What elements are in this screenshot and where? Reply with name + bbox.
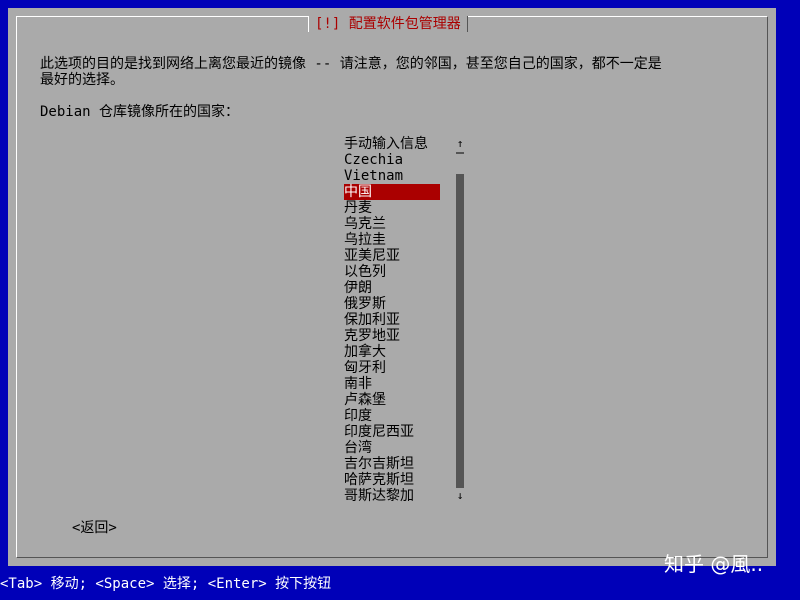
list-item[interactable]: Czechia	[344, 152, 440, 168]
country-prompt: Debian 仓库镜像所在的国家：	[40, 104, 240, 120]
list-item[interactable]: 克罗地亚	[344, 328, 440, 344]
list-item[interactable]: 以色列	[344, 264, 440, 280]
list-item[interactable]: 印度	[344, 408, 440, 424]
list-item[interactable]: 乌拉圭	[344, 232, 440, 248]
status-bar: <Tab> 移动; <Space> 选择; <Enter> 按下按钮	[0, 576, 332, 592]
list-item[interactable]: Vietnam	[344, 168, 440, 184]
scroll-track[interactable]	[456, 152, 464, 488]
list-item[interactable]: 匈牙利	[344, 360, 440, 376]
list-item[interactable]: 伊朗	[344, 280, 440, 296]
list-item[interactable]: 南非	[344, 376, 440, 392]
scroll-thumb[interactable]	[456, 152, 464, 174]
list-item[interactable]: 卢森堡	[344, 392, 440, 408]
list-item[interactable]: 印度尼西亚	[344, 424, 440, 440]
list-item-selected[interactable]: 中国	[344, 184, 440, 200]
list-item[interactable]: 加拿大	[344, 344, 440, 360]
dialog-description: 此选项的目的是找到网络上离您最近的镜像 -- 请注意，您的邻国，甚至您自己的国家…	[40, 56, 662, 88]
list-item[interactable]: 丹麦	[344, 200, 440, 216]
list-item[interactable]: 乌克兰	[344, 216, 440, 232]
watermark: 知乎 @風..	[664, 552, 764, 576]
list-item[interactable]: 保加利亚	[344, 312, 440, 328]
dialog: [!] 配置软件包管理器 此选项的目的是找到网络上离您最近的镜像 -- 请注意，…	[8, 8, 776, 566]
list-item[interactable]: 哥斯达黎加	[344, 488, 440, 504]
list-item[interactable]: 台湾	[344, 440, 440, 456]
list-scrollbar[interactable]: ↑ ↓	[454, 136, 466, 504]
list-item[interactable]: 哈萨克斯坦	[344, 472, 440, 488]
country-list[interactable]: 手动输入信息 Czechia Vietnam 中国 丹麦 乌克兰 乌拉圭 亚美尼亚 以色列 伊朗俄…	[344, 136, 440, 504]
list-item[interactable]: 吉尔吉斯坦	[344, 456, 440, 472]
list-item[interactable]: 俄罗斯	[344, 296, 440, 312]
list-item[interactable]: 亚美尼亚	[344, 248, 440, 264]
scroll-down-arrow-icon[interactable]: ↓	[454, 488, 466, 504]
scroll-up-arrow-icon[interactable]: ↑	[454, 136, 466, 152]
back-button[interactable]: <返回>	[72, 520, 117, 536]
dialog-title: [!] 配置软件包管理器	[308, 16, 468, 32]
list-item[interactable]: 手动输入信息	[344, 136, 440, 152]
